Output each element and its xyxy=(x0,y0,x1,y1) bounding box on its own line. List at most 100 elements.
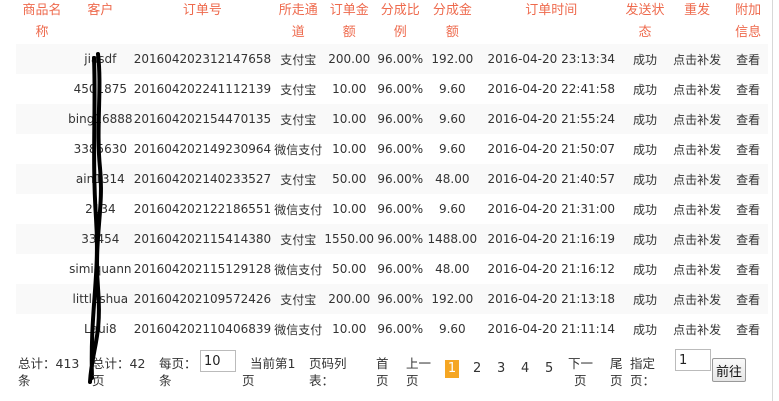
cell-product-name xyxy=(16,314,68,344)
table-row: Laui8 201604202110406839 微信支付 10.00 96.00% 9.… xyxy=(16,314,768,344)
cell-share-amount: 192.00 xyxy=(426,44,479,74)
page-link-3[interactable]: 3 xyxy=(497,360,505,378)
next-page-link-2[interactable]: 页 xyxy=(574,371,587,390)
cell-channel: 微信支付 xyxy=(274,262,323,277)
per-page-input[interactable] xyxy=(200,350,236,372)
cell-share-amount: 9.60 xyxy=(426,104,479,134)
cell-order-amount: 10.00 xyxy=(324,104,375,134)
cell-view-link[interactable]: 查看 xyxy=(728,194,768,224)
goto-button[interactable]: 前往 xyxy=(712,358,747,382)
cell-resend-link[interactable]: 点击补发 xyxy=(666,254,728,284)
page-link-2[interactable]: 2 xyxy=(473,360,481,378)
cell-product-name xyxy=(16,284,69,314)
header-customer: 客户 xyxy=(87,3,114,18)
orders-table: 商品名称 客户 订单号 所走通道 订单金额 分成比例 分成金额 订单时间 发送状态 重发 附加信息 … xyxy=(16,0,768,344)
header-resend: 重发 xyxy=(684,3,711,18)
cell-resend-link[interactable]: 点击补发 xyxy=(666,134,728,164)
cell-customer: jiasdf xyxy=(68,44,133,74)
cell-share-ratio: 96.00% xyxy=(377,262,424,276)
cell-resend-link[interactable]: 点击补发 xyxy=(665,224,729,254)
cell-view-link[interactable]: 查看 xyxy=(728,314,768,344)
cell-resend-link[interactable]: 点击补发 xyxy=(666,194,728,224)
cell-send-status: 成功 xyxy=(632,82,657,97)
cell-customer: simiquann xyxy=(69,262,132,276)
cell-share-ratio: 96.00% xyxy=(374,104,427,134)
cell-view-link[interactable]: 查看 xyxy=(728,254,768,284)
prev-page-link-2[interactable]: 页 xyxy=(406,371,419,390)
cell-send-status: 成功 xyxy=(632,142,657,157)
cell-product-name xyxy=(16,104,69,134)
header-order-time: 订单时间 xyxy=(525,3,578,18)
page-link-4[interactable]: 4 xyxy=(521,360,529,378)
cell-resend-link[interactable]: 点击补发 xyxy=(665,104,729,134)
header-order-amount: 订单金额 xyxy=(329,3,369,40)
cell-view-link[interactable]: 查看 xyxy=(728,164,768,194)
cell-order-no: 201604202149230964 xyxy=(133,142,272,156)
total-records-unit: 条 xyxy=(18,373,31,388)
cell-resend-link[interactable]: 点击补发 xyxy=(666,314,728,344)
current-page-label: 当前第1 xyxy=(250,356,296,371)
cell-send-status: 成功 xyxy=(632,202,657,217)
cell-order-amount: 200.00 xyxy=(324,284,375,314)
header-product-name: 商品名称 xyxy=(22,3,62,40)
cell-order-time: 2016-04-20 21:50:07 xyxy=(487,142,615,156)
cell-share-amount: 48.00 xyxy=(435,262,470,276)
pagination-bar: 总计：413 条 总计：42 页 每页： 条 当前第1 页 页码列 表： 首 页… xyxy=(18,348,778,398)
cell-channel: 微信支付 xyxy=(274,142,323,157)
cell-order-time: 2016-04-20 22:41:58 xyxy=(487,82,615,96)
cell-view-link[interactable]: 查看 xyxy=(728,74,768,104)
table-row: bing16888 201604202154470135 支付宝 10.00 96.00… xyxy=(16,104,768,134)
cell-share-ratio: 96.00% xyxy=(374,224,427,254)
cell-order-time: 2016-04-20 21:31:00 xyxy=(487,202,615,216)
cell-resend-link[interactable]: 点击补发 xyxy=(666,74,728,104)
table-row: simiquann 201604202115129128 微信支付 50.00 96.0… xyxy=(16,254,768,284)
cell-resend-link[interactable]: 点击补发 xyxy=(665,164,729,194)
table-row: jiasdf 201604202312147658 支付宝 200.00 96.00% 1… xyxy=(16,44,768,74)
cell-share-ratio: 96.00% xyxy=(377,82,424,96)
cell-view-link[interactable]: 查看 xyxy=(728,134,768,164)
cell-channel: 支付宝 xyxy=(280,82,317,97)
table-body: jiasdf 201604202312147658 支付宝 200.00 96.00% 1… xyxy=(16,44,768,344)
cell-share-amount: 9.60 xyxy=(438,322,466,336)
cell-order-amount: 10.00 xyxy=(332,202,367,216)
cell-view-link[interactable]: 查看 xyxy=(728,104,768,134)
cell-send-status: 成功 xyxy=(632,262,657,277)
header-extra-info: 附加信息 xyxy=(735,3,762,40)
cell-order-no: 201604202115414380 xyxy=(132,224,273,254)
table-row: 2134 201604202122186551 微信支付 10.00 96.00% 9.6… xyxy=(16,194,768,224)
first-page-link-2[interactable]: 页 xyxy=(376,371,389,390)
cell-resend-link[interactable]: 点击补发 xyxy=(665,284,729,314)
cell-customer: bing16888 xyxy=(68,104,133,134)
table-row: littleshua 201604202109572426 支付宝 200.00 96.… xyxy=(16,284,768,314)
cell-channel: 支付宝 xyxy=(272,164,325,194)
cell-product-name xyxy=(16,134,68,164)
cell-view-link[interactable]: 查看 xyxy=(728,284,768,314)
cell-order-no: 201604202154470135 xyxy=(132,104,273,134)
page-link-1[interactable]: 1 xyxy=(445,360,459,378)
cell-view-link[interactable]: 查看 xyxy=(728,224,768,254)
cell-order-no: 201604202115129128 xyxy=(133,262,272,276)
cell-channel: 支付宝 xyxy=(272,44,325,74)
cell-order-amount: 50.00 xyxy=(324,164,375,194)
cell-share-amount: 192.00 xyxy=(426,284,479,314)
last-page-link-2[interactable]: 页 xyxy=(610,371,623,390)
cell-product-name xyxy=(16,224,69,254)
goto-page-input[interactable] xyxy=(675,349,711,371)
cell-channel: 支付宝 xyxy=(272,224,325,254)
cell-share-amount: 1488.00 xyxy=(426,224,479,254)
per-page-unit: 条 xyxy=(159,373,172,388)
cell-view-link[interactable]: 查看 xyxy=(728,44,768,74)
table-row: ain1314 201604202140233527 支付宝 50.00 96.00% 4… xyxy=(16,164,768,194)
cell-order-no: 201604202122186551 xyxy=(133,202,272,216)
cell-send-status: 成功 xyxy=(624,284,666,314)
cell-order-no: 201604202241112139 xyxy=(133,82,272,96)
cell-order-amount: 10.00 xyxy=(332,82,367,96)
table-header-row: 商品名称 客户 订单号 所走通道 订单金额 分成比例 分成金额 订单时间 发送状态 重发 附加信息 xyxy=(16,0,768,44)
cell-order-amount: 200.00 xyxy=(324,44,375,74)
table-row: 33454 201604202115414380 支付宝 1550.00 96.00% 1… xyxy=(16,224,768,254)
cell-order-amount: 1550.00 xyxy=(324,224,375,254)
cell-send-status: 成功 xyxy=(632,322,657,337)
page-link-5[interactable]: 5 xyxy=(545,360,553,378)
cell-resend-link[interactable]: 点击补发 xyxy=(665,44,729,74)
cell-product-name xyxy=(16,164,69,194)
